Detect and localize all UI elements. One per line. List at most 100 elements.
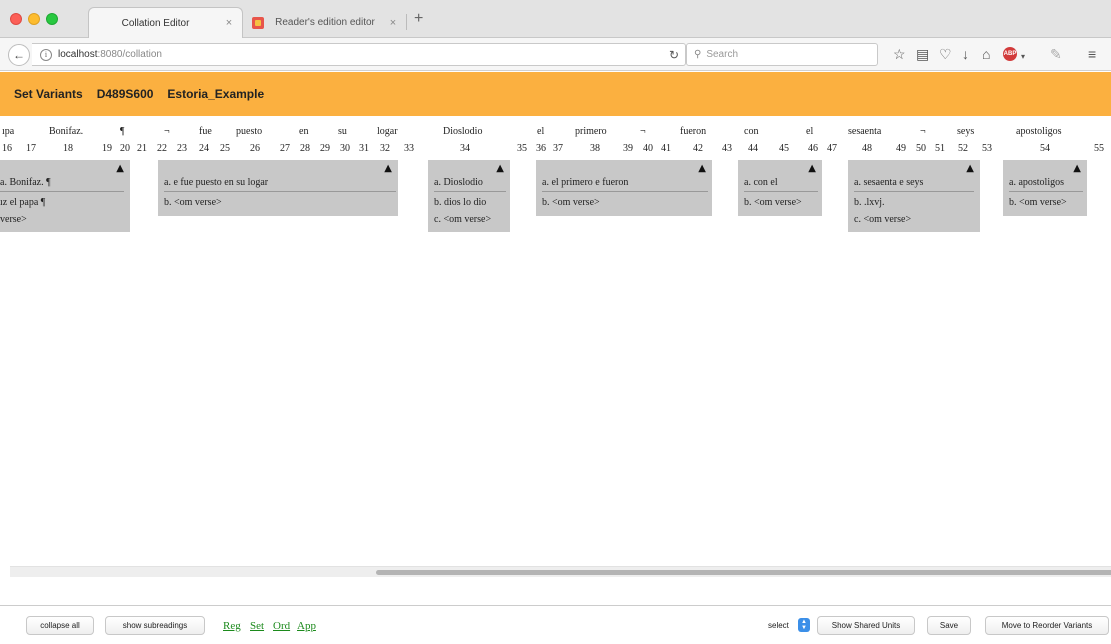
collation-index: 42 bbox=[693, 143, 703, 154]
collation-index: 32 bbox=[380, 143, 390, 154]
collation-index: 20 bbox=[120, 143, 130, 154]
search-bar[interactable]: ⚲ bbox=[686, 43, 878, 66]
collation-index: 30 bbox=[340, 143, 350, 154]
variant-reading[interactable]: a. con el bbox=[744, 177, 818, 192]
extension-icon[interactable]: ✎ bbox=[1050, 46, 1062, 62]
collation-word: puesto bbox=[236, 126, 263, 137]
url-text: localhost:8080/collation bbox=[58, 49, 162, 60]
variant-reading[interactable]: b. dios lo dio bbox=[434, 197, 486, 208]
pocket-icon[interactable]: ♡ bbox=[939, 46, 952, 62]
variant-unit[interactable]: ▲ a. e fue puesto en su logar b. <om ver… bbox=[158, 160, 398, 216]
variant-reading[interactable]: a. Dioslodio bbox=[434, 177, 506, 192]
variant-reading[interactable]: b. <om verse> bbox=[1009, 197, 1067, 208]
link-app[interactable]: App bbox=[297, 620, 316, 632]
move-to-reorder-variants-button[interactable]: Move to Reorder Variants bbox=[985, 616, 1109, 635]
collation-index: 25 bbox=[220, 143, 230, 154]
variant-reading[interactable]: b. .lxvj. bbox=[854, 197, 885, 208]
expand-unit-icon[interactable]: ▲ bbox=[496, 163, 504, 174]
collation-index: 47 bbox=[827, 143, 837, 154]
save-button[interactable]: Save bbox=[927, 616, 971, 635]
expand-unit-icon[interactable]: ▲ bbox=[808, 163, 816, 174]
variant-reading[interactable]: a. Bonifaz. ¶ bbox=[0, 177, 124, 192]
collation-index: 24 bbox=[199, 143, 209, 154]
tab-title: Collation Editor bbox=[121, 17, 190, 29]
variant-reading[interactable]: b. <om verse> bbox=[744, 197, 802, 208]
back-arrow-icon[interactable]: ← bbox=[8, 44, 30, 66]
select-stepper-icon[interactable]: ▲ ▼ bbox=[798, 618, 810, 632]
variant-reading[interactable]: c. <om verse> bbox=[854, 214, 911, 225]
variant-reading[interactable]: c. <om verse> bbox=[434, 214, 491, 225]
variant-unit[interactable]: ▲ a. sesaenta e seys b. .lxvj. c. <om ve… bbox=[848, 160, 980, 232]
collation-index: 49 bbox=[896, 143, 906, 154]
collation-index: 34 bbox=[460, 143, 470, 154]
collation-word: ¶ bbox=[120, 126, 125, 137]
expand-unit-icon[interactable]: ▲ bbox=[1073, 163, 1081, 174]
variant-unit[interactable]: ▲ a. Bonifaz. ¶ ız el papa ¶ verse> bbox=[0, 160, 130, 232]
variant-reading[interactable]: a. apostoligos bbox=[1009, 177, 1083, 192]
collation-index: 38 bbox=[590, 143, 600, 154]
collation-index: 52 bbox=[958, 143, 968, 154]
reload-icon[interactable]: ↻ bbox=[669, 48, 679, 62]
variant-reading[interactable]: b. <om verse> bbox=[164, 197, 222, 208]
variant-unit[interactable]: ▲ a. el primero e fueron b. <om verse> bbox=[536, 160, 712, 216]
document-id: D489S600 bbox=[96, 87, 154, 101]
variant-reading[interactable]: verse> bbox=[0, 214, 27, 225]
variant-reading[interactable]: a. el primero e fueron bbox=[542, 177, 708, 192]
variant-unit[interactable]: ▲ a. Dioslodio b. dios lo dio c. <om ver… bbox=[428, 160, 510, 232]
expand-unit-icon[interactable]: ▲ bbox=[966, 163, 974, 174]
reading-list-icon[interactable]: ▤ bbox=[916, 46, 929, 62]
new-tab-icon[interactable]: + bbox=[414, 10, 423, 28]
collation-word: fue bbox=[199, 126, 212, 137]
collation-index: 44 bbox=[748, 143, 758, 154]
expand-unit-icon[interactable]: ▲ bbox=[698, 163, 706, 174]
collapse-all-button[interactable]: collapse all bbox=[26, 616, 94, 635]
close-tab-icon[interactable]: × bbox=[386, 17, 400, 29]
bookmark-star-icon[interactable]: ☆ bbox=[893, 46, 906, 62]
scrollbar-thumb[interactable] bbox=[376, 570, 1111, 575]
collation-word: ¬ bbox=[164, 126, 170, 137]
horizontal-scrollbar[interactable] bbox=[10, 566, 1111, 577]
tab-readers-edition-editor[interactable]: Reader's edition editor × bbox=[246, 7, 406, 38]
collation-word: seys bbox=[957, 126, 975, 137]
expand-unit-icon[interactable]: ▲ bbox=[116, 163, 124, 174]
collation-index: 18 bbox=[63, 143, 73, 154]
collation-index: 23 bbox=[177, 143, 187, 154]
menu-icon[interactable]: ≡ bbox=[1088, 46, 1096, 62]
collation-word: el bbox=[537, 126, 545, 137]
address-bar[interactable]: i localhost:8080/collation ↻ bbox=[32, 43, 686, 66]
chevron-down-icon[interactable]: ▾ bbox=[1021, 49, 1025, 65]
variant-unit[interactable]: ▲ a. con el b. <om verse> bbox=[738, 160, 822, 216]
collation-word: en bbox=[299, 126, 309, 137]
variant-unit[interactable]: ▲ a. apostoligos b. <om verse> bbox=[1003, 160, 1087, 216]
search-input[interactable] bbox=[706, 49, 857, 60]
link-ord[interactable]: Ord bbox=[273, 620, 290, 632]
maximize-window-icon[interactable] bbox=[46, 13, 58, 25]
variant-reading[interactable]: b. <om verse> bbox=[542, 197, 600, 208]
tab-collation-editor[interactable]: Collation Editor × bbox=[88, 7, 243, 38]
minimize-window-icon[interactable] bbox=[28, 13, 40, 25]
collation-index: 54 bbox=[1040, 143, 1050, 154]
close-window-icon[interactable] bbox=[10, 13, 22, 25]
home-icon[interactable]: ⌂ bbox=[982, 46, 990, 62]
variant-reading[interactable]: a. sesaenta e seys bbox=[854, 177, 974, 192]
adblock-icon[interactable]: ABP bbox=[1003, 47, 1017, 61]
download-icon[interactable]: ↓ bbox=[962, 46, 969, 62]
variant-reading[interactable]: ız el papa ¶ bbox=[0, 197, 45, 208]
project-name: Estoria_Example bbox=[167, 87, 265, 101]
tab-bar: Collation Editor × Reader's edition edit… bbox=[0, 0, 1111, 38]
link-reg[interactable]: Reg bbox=[223, 620, 241, 632]
app-header: Set Variants D489S600 Estoria_Example bbox=[0, 72, 1111, 116]
variant-reading[interactable]: a. e fue puesto en su logar bbox=[164, 177, 396, 192]
collation-index: 51 bbox=[935, 143, 945, 154]
link-set[interactable]: Set bbox=[250, 620, 264, 632]
collation-index: 19 bbox=[102, 143, 112, 154]
show-shared-units-button[interactable]: Show Shared Units bbox=[817, 616, 915, 635]
show-subreadings-button[interactable]: show subreadings bbox=[105, 616, 205, 635]
select-dropdown-label[interactable]: select bbox=[768, 621, 789, 630]
info-icon[interactable]: i bbox=[40, 48, 52, 61]
collation-index: 27 bbox=[280, 143, 290, 154]
collation-index: 41 bbox=[661, 143, 671, 154]
collation-index: 21 bbox=[137, 143, 147, 154]
close-tab-icon[interactable]: × bbox=[222, 17, 236, 29]
expand-unit-icon[interactable]: ▲ bbox=[384, 163, 392, 174]
